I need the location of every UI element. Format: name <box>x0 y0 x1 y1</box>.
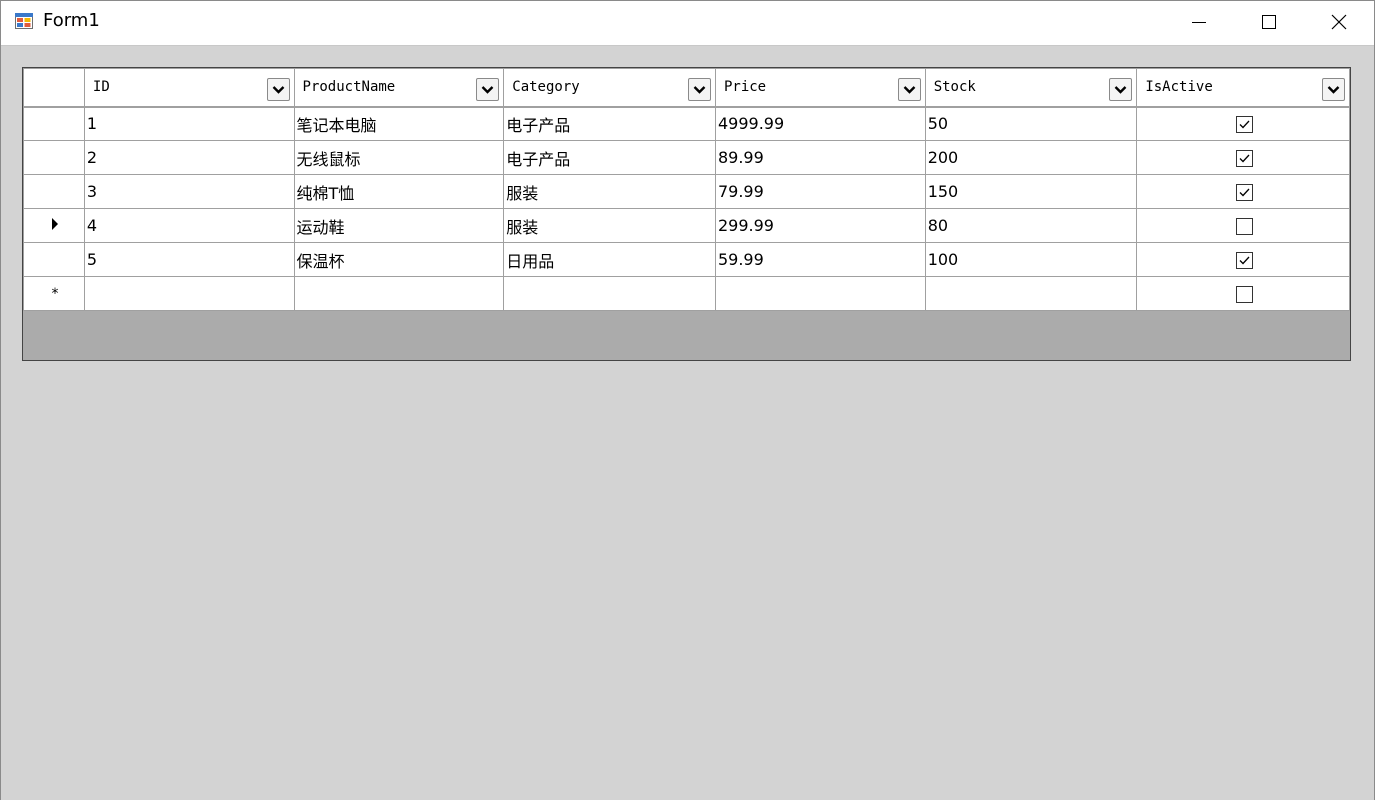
cell-id[interactable]: 3 <box>83 174 295 209</box>
cell-isactive[interactable] <box>1136 106 1350 141</box>
cell-price[interactable] <box>714 276 926 311</box>
isactive-checkbox[interactable] <box>1235 252 1253 269</box>
cell-isactive[interactable] <box>1136 276 1350 311</box>
chevron-down-icon <box>481 86 494 94</box>
cell-price[interactable]: 89.99 <box>714 140 926 175</box>
column-header-isactive[interactable]: IsActive <box>1136 68 1350 108</box>
cell-category[interactable]: 电子产品 <box>503 140 716 175</box>
chevron-down-icon <box>272 86 284 94</box>
grid-table: ID ProductName Category Price Stock IsAc… <box>23 68 1350 311</box>
column-filter-button[interactable] <box>687 78 711 101</box>
maximize-button[interactable] <box>1234 1 1304 43</box>
table-row[interactable]: 1 笔记本电脑 电子产品 4999.99 50 <box>23 106 1350 141</box>
cell-category[interactable]: 服装 <box>503 208 716 243</box>
cell-price[interactable]: 299.99 <box>714 208 926 243</box>
isactive-checkbox[interactable] <box>1235 184 1253 201</box>
close-icon <box>1331 14 1347 30</box>
minimize-button[interactable] <box>1164 1 1234 43</box>
cell-price[interactable]: 59.99 <box>714 242 926 277</box>
cell-id[interactable] <box>83 276 295 311</box>
isactive-checkbox[interactable] <box>1235 286 1253 303</box>
column-filter-button[interactable] <box>1109 78 1133 101</box>
chevron-down-icon <box>693 86 706 94</box>
form-client-area: ID ProductName Category Price Stock IsAc… <box>1 45 1374 800</box>
close-button[interactable] <box>1304 1 1374 43</box>
column-header-label: Category <box>512 79 580 95</box>
chevron-down-icon <box>1114 86 1127 94</box>
cell-category[interactable]: 日用品 <box>503 242 716 277</box>
cell-stock[interactable]: 50 <box>924 106 1138 141</box>
cell-category[interactable]: 服装 <box>503 174 716 209</box>
cell-id[interactable]: 5 <box>83 242 295 277</box>
window-title: Form1 <box>43 10 100 31</box>
table-row-current[interactable]: 4 运动鞋 服装 299.99 80 <box>23 208 1350 243</box>
cell-price[interactable]: 79.99 <box>714 174 926 209</box>
column-header-label: ID <box>92 79 110 95</box>
column-header-label: Stock <box>933 79 976 95</box>
cell-id[interactable]: 2 <box>83 140 295 175</box>
cell-stock-selected[interactable]: 80 <box>924 208 1138 243</box>
new-row[interactable]: * <box>23 276 1350 311</box>
cell-productname[interactable]: 纯棉T恤 <box>293 174 505 209</box>
current-row-arrow-icon <box>51 218 58 230</box>
title-bar[interactable]: Form1 <box>1 1 1374 45</box>
data-grid-view[interactable]: ID ProductName Category Price Stock IsAc… <box>22 67 1351 361</box>
column-header-label: Price <box>723 79 767 95</box>
cell-productname[interactable]: 无线鼠标 <box>293 140 505 175</box>
column-filter-button[interactable] <box>266 78 290 101</box>
main-window: Form1 ID ProductName Category Price Stoc… <box>0 0 1375 800</box>
column-header-category[interactable]: Category <box>503 68 716 108</box>
row-header-corner[interactable] <box>23 68 85 108</box>
cell-stock[interactable]: 150 <box>924 174 1138 209</box>
cell-stock[interactable] <box>924 276 1138 311</box>
cell-stock[interactable]: 100 <box>924 242 1138 277</box>
column-header-label: IsActive <box>1145 79 1213 95</box>
column-header-label: ProductName <box>302 79 396 95</box>
row-header[interactable] <box>23 174 85 209</box>
app-icon[interactable] <box>15 12 33 30</box>
cell-stock[interactable]: 200 <box>924 140 1138 175</box>
row-header[interactable] <box>23 140 85 175</box>
row-header-current[interactable] <box>23 208 85 243</box>
column-header-productname[interactable]: ProductName <box>293 68 505 108</box>
check-icon <box>1239 188 1250 197</box>
cell-productname[interactable]: 保温杯 <box>293 242 505 277</box>
new-row-marker[interactable]: * <box>23 276 85 311</box>
cell-productname[interactable]: 运动鞋 <box>293 208 505 243</box>
isactive-checkbox[interactable] <box>1235 150 1253 167</box>
cell-category[interactable]: 电子产品 <box>503 106 716 141</box>
check-icon <box>1239 120 1250 129</box>
grid-header-row: ID ProductName Category Price Stock IsAc… <box>23 68 1350 108</box>
row-header[interactable] <box>23 242 85 277</box>
cell-isactive[interactable] <box>1136 208 1350 243</box>
table-row[interactable]: 2 无线鼠标 电子产品 89.99 200 <box>23 140 1350 175</box>
column-header-price[interactable]: Price <box>714 68 926 108</box>
cell-isactive[interactable] <box>1136 242 1350 277</box>
check-icon <box>1239 256 1250 265</box>
maximize-icon <box>1262 15 1276 29</box>
column-header-id[interactable]: ID <box>83 68 295 108</box>
isactive-checkbox[interactable] <box>1235 218 1253 235</box>
check-icon <box>1239 154 1250 163</box>
chevron-down-icon <box>903 86 916 94</box>
cell-isactive[interactable] <box>1136 140 1350 175</box>
chevron-down-icon <box>1327 86 1340 94</box>
column-filter-button[interactable] <box>476 78 500 101</box>
column-filter-button[interactable] <box>897 78 921 101</box>
cell-id[interactable]: 1 <box>83 106 295 141</box>
cell-isactive[interactable] <box>1136 174 1350 209</box>
minimize-icon <box>1192 22 1206 23</box>
cell-id[interactable]: 4 <box>83 208 295 243</box>
isactive-checkbox[interactable] <box>1235 116 1253 134</box>
table-row[interactable]: 5 保温杯 日用品 59.99 100 <box>23 242 1350 277</box>
cell-productname[interactable] <box>293 276 505 311</box>
row-header[interactable] <box>23 106 85 141</box>
table-row[interactable]: 3 纯棉T恤 服装 79.99 150 <box>23 174 1350 209</box>
column-filter-button[interactable] <box>1322 78 1345 101</box>
cell-productname[interactable]: 笔记本电脑 <box>293 106 505 141</box>
cell-category[interactable] <box>503 276 716 311</box>
column-header-stock[interactable]: Stock <box>924 68 1138 108</box>
cell-price[interactable]: 4999.99 <box>714 106 926 141</box>
